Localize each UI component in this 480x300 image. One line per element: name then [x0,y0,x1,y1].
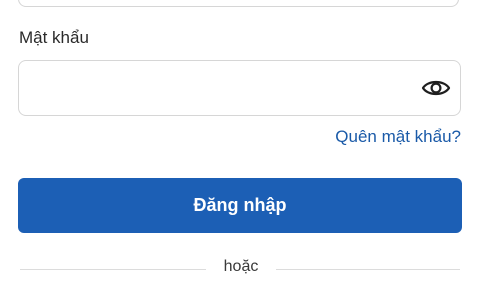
login-button[interactable]: Đăng nhập [18,178,462,233]
password-label: Mật khẩu [19,28,89,47]
divider-text: hoặc [223,258,259,275]
previous-input-field[interactable] [18,0,459,7]
password-input[interactable] [31,61,415,117]
eye-icon[interactable] [420,73,452,103]
divider-line-left [20,269,206,270]
forgot-password-link[interactable]: Quên mật khẩu? [335,127,461,147]
divider-line-right [276,269,460,270]
password-field[interactable] [18,60,461,117]
